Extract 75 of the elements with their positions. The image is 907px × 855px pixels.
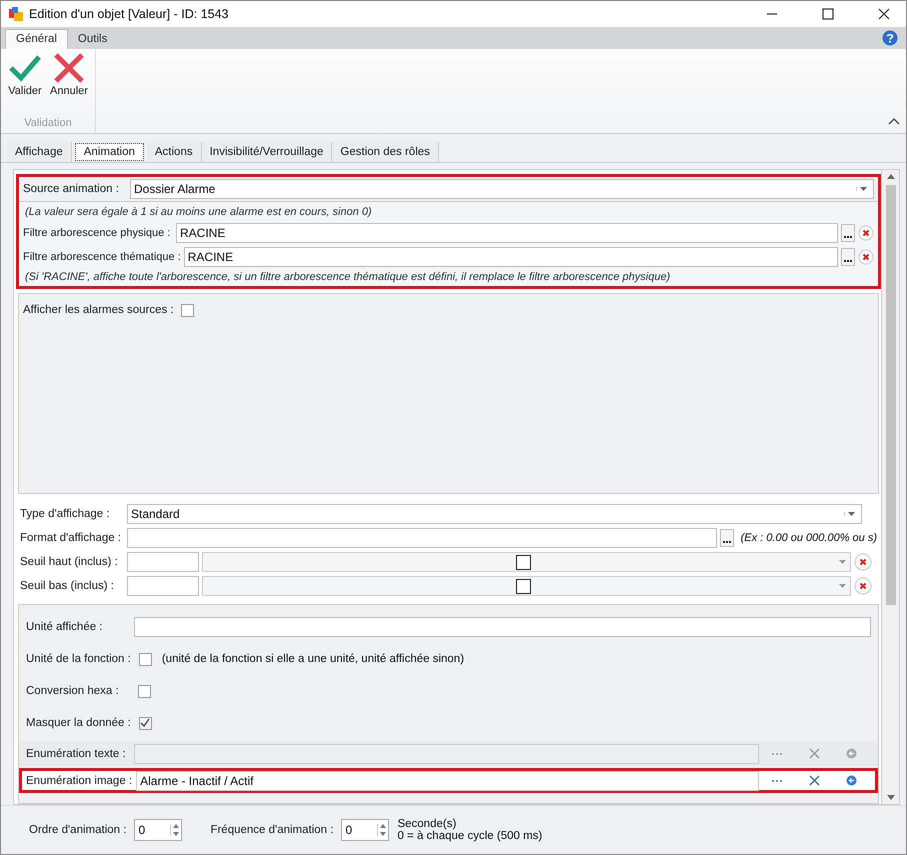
app-icon: [9, 7, 23, 21]
scrollbar[interactable]: [881, 169, 900, 805]
field-label: Filtre arborescence thématique :: [23, 251, 181, 263]
field-label: Filtre arborescence physique :: [23, 227, 172, 239]
input-field[interactable]: RACINE: [184, 247, 838, 267]
color-dropdown[interactable]: [202, 552, 851, 572]
tab[interactable]: Animation: [74, 143, 144, 161]
checkbox[interactable]: [138, 652, 152, 666]
note-text: 0 = à chaque cycle (500 ms): [397, 830, 542, 842]
close-icon[interactable]: [878, 8, 890, 20]
input-field[interactable]: Alarme - Inactif / Actif: [136, 770, 759, 790]
note-text: (Si 'RACINE', affiche toute l'arborescence, si un filtre arborescence thématique est défini, il remplace le filtre arborescence physique): [24, 270, 672, 285]
tab[interactable]: Gestion des rôles: [332, 142, 439, 162]
hint-text: (unité de la fonction si elle a une unité, unité affichée sinon): [162, 653, 464, 665]
color-dropdown[interactable]: [202, 576, 851, 596]
clear-icon[interactable]: [858, 225, 874, 241]
browse-button[interactable]: [841, 224, 855, 242]
tab[interactable]: Actions: [146, 142, 202, 162]
field-label: Fréquence d'animation :: [210, 824, 334, 836]
hint-text: (Ex : 0.00 ou 000.00% ou s): [740, 532, 877, 544]
dropdown-arrow-icon: [844, 512, 858, 516]
tab[interactable]: Affichage: [7, 142, 72, 162]
more-icon[interactable]: [771, 778, 783, 782]
dropdown[interactable]: Dossier Alarme: [130, 179, 874, 199]
input-field[interactable]: [127, 528, 717, 548]
field-label: Enumération image :: [26, 774, 132, 786]
cross-icon: [52, 53, 86, 83]
checkmark-icon: [8, 53, 42, 83]
dropdown-arrow-icon: [839, 560, 846, 564]
input-field[interactable]: [127, 576, 199, 596]
browse-button[interactable]: [841, 248, 855, 266]
ribbon-tab[interactable]: Outils: [68, 30, 118, 49]
unit-label: Seconde(s): [397, 818, 458, 830]
input-field[interactable]: [127, 552, 199, 572]
ribbon-tab[interactable]: Général: [5, 29, 68, 49]
field-label: Format d'affichage :: [20, 532, 122, 544]
dropdown[interactable]: Standard: [127, 504, 862, 524]
scroll-down-icon[interactable]: [886, 795, 894, 800]
ribbon-button[interactable]: Valider: [5, 53, 45, 97]
group-label: Validation: [24, 117, 72, 129]
field-label: Enumération texte :: [26, 748, 127, 760]
dropdown-arrow-icon: [856, 187, 870, 191]
scroll-up-icon[interactable]: [886, 174, 894, 179]
collapse-icon[interactable]: [888, 117, 900, 125]
maximize-icon[interactable]: [822, 8, 834, 20]
note-text: (La valeur sera égale à 1 si au moins une alarme est en cours, sinon 0): [24, 205, 373, 220]
window-title: Edition d'un objet [Valeur] - ID: 1543: [29, 7, 228, 21]
clear-icon[interactable]: [854, 577, 872, 595]
browse-button[interactable]: [720, 529, 734, 547]
dropdown-arrow-icon: [839, 584, 846, 588]
clear-icon[interactable]: [858, 249, 874, 265]
clear-icon[interactable]: [854, 553, 872, 571]
ribbon-button[interactable]: Annuler: [47, 53, 91, 97]
tab[interactable]: Invisibilité/Verrouillage: [202, 142, 332, 162]
help-icon[interactable]: [882, 30, 898, 46]
number-spinner[interactable]: 0: [134, 819, 182, 841]
input-field[interactable]: RACINE: [176, 223, 838, 243]
input-field[interactable]: [134, 617, 871, 637]
field-label: Seuil haut (inclus) :: [20, 556, 119, 568]
checkbox[interactable]: [138, 684, 151, 698]
number-spinner[interactable]: 0: [341, 819, 390, 841]
checkbox[interactable]: [138, 716, 152, 730]
arrow-circle-icon[interactable]: [846, 775, 857, 786]
field-label: Unité de la fonction :: [26, 653, 131, 665]
field-label: Unité affichée :: [26, 621, 104, 633]
color-swatch: [516, 578, 530, 594]
field-label: Type d'affichage :: [20, 508, 111, 520]
field-label: Seuil bas (inclus) :: [20, 580, 115, 592]
checkbox[interactable]: [180, 304, 194, 316]
field-label: Ordre d'animation :: [29, 824, 126, 836]
field-label: Masquer la donnée :: [26, 717, 131, 729]
field-label: Afficher les alarmes sources :: [23, 304, 174, 316]
field-label: Conversion hexa :: [26, 685, 120, 697]
color-swatch: [516, 554, 530, 570]
field-label: Source animation :: [23, 183, 120, 195]
